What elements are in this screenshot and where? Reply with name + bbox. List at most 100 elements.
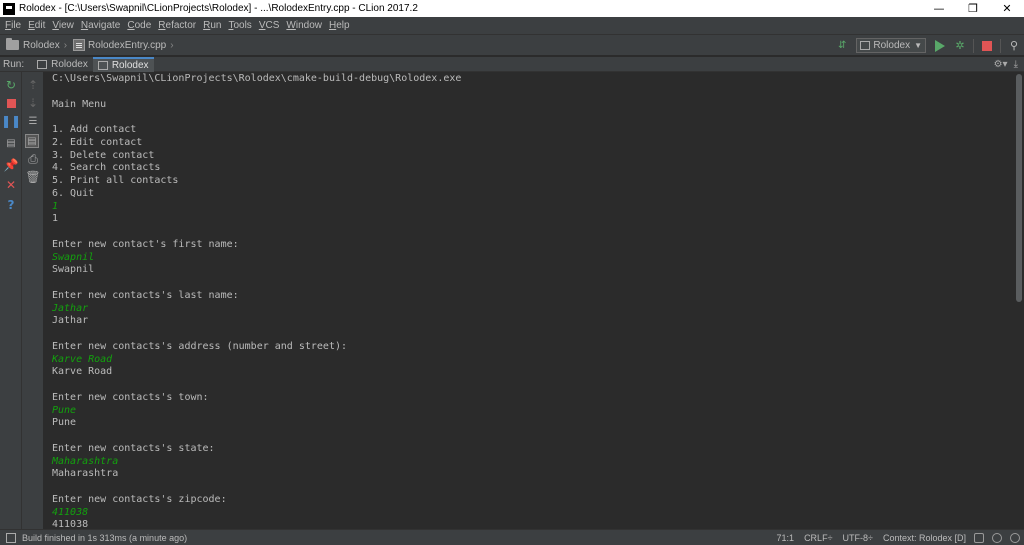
title-bar: Rolodex - [C:\Users\Swapnil\CLionProject… — [0, 0, 1024, 17]
run-tab-label: Rolodex — [51, 58, 88, 70]
run-configuration-select[interactable]: Rolodex ▼ — [856, 38, 926, 53]
build-hammer-icon[interactable]: ⇵ — [834, 38, 850, 54]
toolbar-divider — [1000, 38, 1001, 53]
chevron-down-icon: ▼ — [914, 41, 922, 50]
close-button[interactable]: ✕ — [990, 0, 1024, 17]
bug-icon: ✲ — [955, 39, 965, 52]
console-output-line: Swapnil — [52, 264, 95, 276]
close-run-icon[interactable]: ✕ — [4, 178, 18, 192]
layout-icon[interactable]: ▤ — [4, 136, 18, 150]
inspector-icon[interactable] — [992, 532, 1002, 543]
menu-view[interactable]: View — [52, 20, 74, 31]
toolbar-divider — [973, 38, 974, 53]
breadcrumb-project-label: Rolodex — [23, 39, 60, 51]
run-tab-rolodex-1[interactable]: Rolodex — [32, 57, 93, 72]
console-output-line: Enter new contact's first name: — [52, 238, 239, 250]
console-output-line: 5. Print all contacts — [52, 175, 179, 186]
scrollbar-thumb[interactable] — [1016, 74, 1022, 302]
file-encoding[interactable]: UTF-8÷ — [843, 533, 873, 543]
soft-wrap-icon[interactable]: ☰ — [26, 114, 40, 128]
print-icon[interactable]: ⎙ — [26, 152, 40, 166]
console-vertical-scrollbar[interactable] — [1014, 72, 1024, 529]
console-output-line: Jathar — [52, 315, 89, 327]
line-separator[interactable]: CRLF÷ — [804, 533, 832, 543]
search-everywhere-button[interactable]: ⚲ — [1006, 38, 1022, 54]
menu-refactor[interactable]: Refactor — [158, 20, 196, 31]
play-icon — [935, 39, 945, 52]
console-output-line: 1. Add contact — [52, 124, 137, 135]
run-tool-window-header: Run: Rolodex Rolodex ⚙▾ ⤓ — [0, 56, 1024, 72]
breadcrumb-project[interactable]: Rolodex › — [6, 38, 68, 51]
menu-file[interactable]: File — [5, 20, 21, 31]
caret-position[interactable]: 71:1 — [777, 533, 795, 543]
breadcrumb-file[interactable]: RolodexEntry.cpp › — [73, 39, 174, 51]
folder-icon — [6, 38, 19, 50]
breadcrumb-file-label: RolodexEntry.cpp — [88, 39, 167, 51]
console-user-input-line: Pune — [52, 404, 77, 416]
console-output-line: 2. Edit contact — [52, 136, 143, 148]
help-icon[interactable]: ? — [4, 198, 18, 212]
console-output-line: Karve Road — [52, 366, 113, 378]
context-selector[interactable]: Context: Rolodex [D] — [883, 533, 966, 543]
console-output-line: Enter new contacts's zipcode: — [52, 493, 227, 505]
pause-icon[interactable]: ❚❚ — [1, 114, 21, 128]
console-output-line: Maharashtra — [52, 468, 119, 480]
debug-button[interactable]: ✲ — [952, 38, 968, 54]
menu-navigate[interactable]: Navigate — [81, 20, 120, 31]
cpp-file-icon — [73, 39, 86, 51]
breadcrumb-separator: › — [170, 39, 174, 51]
breadcrumb-separator: › — [63, 39, 68, 51]
menu-help[interactable]: Help — [329, 20, 350, 31]
menu-run[interactable]: Run — [203, 20, 221, 31]
tool-windows-icon[interactable] — [6, 532, 16, 543]
scroll-up-icon[interactable]: ⇡ — [26, 78, 40, 92]
run-configuration-label: Rolodex — [873, 40, 911, 51]
console-output-line: 4. Search contacts — [52, 162, 161, 174]
navigation-bar: Rolodex › RolodexEntry.cpp › ⇵ Rolodex ▼… — [0, 35, 1024, 56]
console-output[interactable]: C:\Users\Swapnil\CLionProjects\Rolodex\c… — [44, 72, 1014, 529]
run-window-settings: ⚙▾ ⤓ — [994, 57, 1018, 72]
pin-icon[interactable]: 📌 — [4, 158, 19, 172]
lock-icon[interactable] — [974, 532, 984, 543]
console-user-input-line: Karve Road — [52, 353, 113, 365]
run-tab-label: Rolodex — [111, 59, 149, 71]
event-log-icon[interactable] — [1010, 532, 1020, 543]
gear-icon[interactable]: ⚙▾ — [994, 59, 1008, 70]
console-output-line: Pune — [52, 417, 77, 429]
console-output-line: Enter new contacts's state: — [52, 442, 215, 454]
run-button[interactable] — [932, 38, 948, 54]
status-widgets: 71:1 CRLF÷ UTF-8÷ Context: Rolodex [D] — [767, 530, 1020, 545]
scroll-to-end-icon[interactable]: ▤ — [25, 134, 39, 148]
menu-edit[interactable]: Edit — [28, 20, 45, 31]
menu-vcs[interactable]: VCS — [259, 20, 280, 31]
maximize-button[interactable]: ❐ — [956, 0, 990, 17]
search-icon: ⚲ — [1009, 39, 1019, 52]
run-toolbar: ⇵ Rolodex ▼ ✲ ⚲ — [832, 35, 1024, 56]
menu-bar: File Edit View Navigate Code Refactor Ru… — [0, 17, 1024, 35]
console-output-line: 411038 — [52, 519, 89, 529]
console-output-line: 6. Quit — [52, 187, 95, 199]
menu-code[interactable]: Code — [127, 20, 151, 31]
menu-tools[interactable]: Tools — [228, 20, 251, 31]
console-user-input-line: 1 — [52, 200, 59, 212]
run-config-icon — [860, 41, 871, 50]
menu-window[interactable]: Window — [286, 20, 322, 31]
console-user-input-line: Swapnil — [52, 251, 95, 263]
scroll-down-icon[interactable]: ⇣ — [26, 96, 40, 110]
minimize-button[interactable]: — — [922, 0, 956, 17]
trash-icon[interactable]: 🗑 — [25, 170, 40, 184]
status-message[interactable]: Build finished in 1s 313ms (a minute ago… — [22, 533, 187, 543]
rerun-icon[interactable]: ↻ — [4, 78, 18, 92]
stop-icon[interactable] — [4, 96, 18, 110]
hide-icon[interactable]: ⤓ — [1014, 59, 1018, 70]
status-bar: Build finished in 1s 313ms (a minute ago… — [0, 529, 1024, 545]
console-output-line: Enter new contacts's last name: — [52, 289, 239, 301]
stop-button[interactable] — [979, 38, 995, 54]
run-tab-rolodex-2[interactable]: Rolodex — [92, 56, 154, 72]
